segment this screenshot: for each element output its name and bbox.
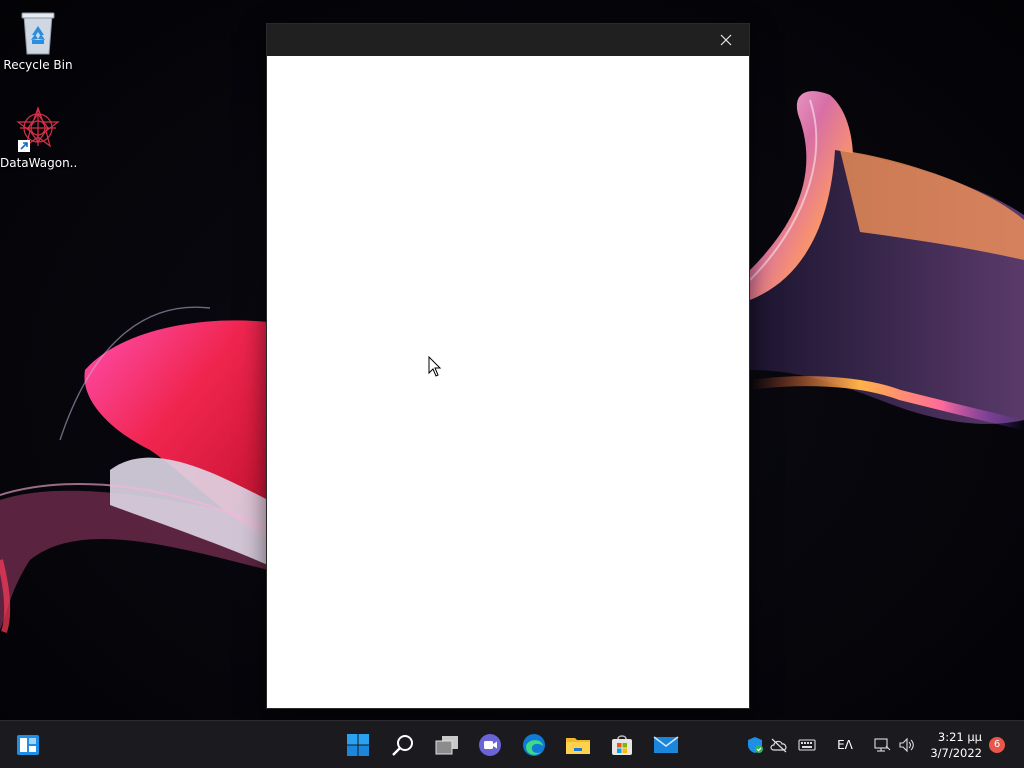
clock-button[interactable]: 3:21 μμ 3/7/2022 bbox=[930, 729, 982, 761]
window-content bbox=[267, 56, 749, 708]
desktop-icon-datawagon[interactable]: DataWagon... bbox=[0, 106, 76, 170]
chat-button[interactable] bbox=[473, 728, 507, 762]
close-icon bbox=[720, 31, 732, 50]
file-explorer-icon bbox=[566, 738, 590, 754]
keyboard-icon bbox=[798, 739, 816, 751]
file-explorer-button[interactable] bbox=[561, 728, 595, 762]
touch-keyboard-button[interactable] bbox=[797, 734, 817, 756]
clock-time: 3:21 μμ bbox=[937, 730, 982, 744]
mail-button[interactable] bbox=[649, 728, 683, 762]
close-button[interactable] bbox=[703, 24, 749, 56]
start-icon bbox=[347, 734, 369, 756]
task-view-icon bbox=[435, 736, 458, 755]
store-button[interactable] bbox=[605, 728, 639, 762]
recycle-bin-icon bbox=[16, 8, 60, 56]
shield-icon bbox=[748, 737, 763, 753]
blank-window[interactable] bbox=[267, 24, 749, 708]
input-language-button[interactable]: ΕΛ bbox=[832, 734, 858, 756]
start-button[interactable] bbox=[341, 728, 375, 762]
clock-date: 3/7/2022 bbox=[930, 746, 982, 760]
network-tray-button[interactable] bbox=[872, 734, 892, 756]
desktop-icon-recycle-bin[interactable]: Recycle Bin bbox=[0, 8, 76, 72]
mouse-pointer-icon bbox=[428, 356, 442, 377]
onedrive-tray-button[interactable] bbox=[769, 734, 789, 756]
search-icon bbox=[392, 735, 413, 756]
window-titlebar[interactable] bbox=[267, 24, 749, 56]
cloud-offline-icon bbox=[770, 738, 787, 753]
datawagon-app-icon bbox=[16, 106, 60, 154]
edge-button[interactable] bbox=[517, 728, 551, 762]
volume-tray-button[interactable] bbox=[897, 734, 917, 756]
taskbar: ΕΛ 3:21 μμ 3/7/2022 6 bbox=[0, 720, 1024, 768]
security-tray-button[interactable] bbox=[745, 734, 765, 756]
widgets-icon bbox=[17, 735, 39, 755]
store-icon bbox=[612, 735, 632, 755]
desktop-icon-label: Recycle Bin bbox=[3, 58, 73, 72]
task-view-button[interactable] bbox=[430, 728, 464, 762]
widgets-button[interactable] bbox=[11, 728, 45, 762]
network-icon bbox=[874, 738, 891, 752]
chat-icon bbox=[479, 734, 501, 756]
edge-icon bbox=[523, 734, 545, 756]
speaker-icon bbox=[899, 737, 914, 753]
desktop-icon-label: DataWagon... bbox=[0, 156, 76, 170]
search-button[interactable] bbox=[386, 728, 420, 762]
mail-icon bbox=[653, 736, 679, 753]
notification-badge[interactable]: 6 bbox=[989, 737, 1005, 753]
